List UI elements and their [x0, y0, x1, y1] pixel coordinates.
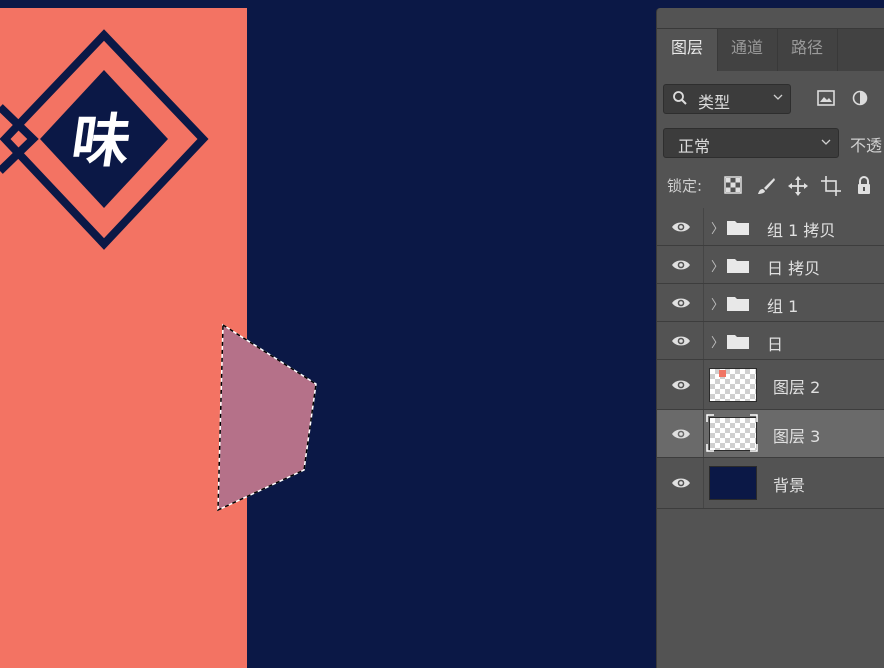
thumbnail-content — [719, 370, 726, 377]
layers-panel: 图层 通道 路径 类型 正常 不透 锁定: 〉 组 1 拷贝 〉 日 拷贝 〉 … — [656, 8, 884, 668]
row-divider — [703, 246, 704, 283]
panel-tabs: 图层 通道 路径 — [657, 28, 884, 71]
folder-icon — [727, 259, 749, 273]
eye-icon[interactable] — [671, 427, 691, 441]
layer-name: 组 1 — [767, 297, 799, 316]
layer-row-ri[interactable]: 〉 日 — [657, 322, 884, 360]
image-filter-icon[interactable] — [817, 90, 835, 106]
layer-thumbnail — [709, 466, 757, 500]
move-icon[interactable] — [788, 176, 808, 196]
blend-mode-select[interactable]: 正常 — [663, 128, 839, 158]
layer-row-layer-3[interactable]: 图层 3 — [657, 410, 884, 458]
layer-thumbnail — [709, 368, 757, 402]
expand-arrow-icon[interactable]: 〉 — [711, 332, 724, 351]
layer-row-group-1-copy[interactable]: 〉 组 1 拷贝 — [657, 208, 884, 246]
layer-row-group-1[interactable]: 〉 组 1 — [657, 284, 884, 322]
layer-row-layer-2[interactable]: 图层 2 — [657, 360, 884, 410]
eye-icon[interactable] — [671, 476, 691, 490]
row-divider — [703, 458, 704, 508]
eye-icon[interactable] — [671, 258, 691, 272]
folder-icon — [727, 297, 749, 311]
lock-label: 锁定: — [667, 177, 703, 195]
layer-name: 图层 3 — [773, 427, 821, 446]
row-divider — [703, 360, 704, 409]
folder-icon — [727, 335, 749, 349]
blend-mode-value: 正常 — [678, 137, 711, 156]
layer-name: 日 — [767, 335, 784, 354]
chevron-down-icon — [773, 94, 783, 100]
chevron-down-icon — [821, 139, 831, 145]
tab-channels[interactable]: 通道 — [717, 29, 778, 71]
layer-name: 组 1 拷贝 — [767, 221, 836, 240]
filter-type-label: 类型 — [698, 93, 731, 112]
eye-icon[interactable] — [671, 296, 691, 310]
layer-row-background[interactable]: 背景 — [657, 458, 884, 509]
eye-icon[interactable] — [671, 334, 691, 348]
folder-icon — [727, 221, 749, 235]
opacity-label: 不透 — [850, 136, 883, 155]
tab-paths[interactable]: 路径 — [777, 29, 838, 71]
layer-filter-select[interactable]: 类型 — [663, 84, 791, 114]
adjustment-filter-icon[interactable] — [852, 90, 868, 106]
thumbnail-selection-frame — [706, 414, 758, 452]
layer-name: 背景 — [773, 476, 806, 495]
lock-icon[interactable] — [856, 176, 872, 196]
tab-layers[interactable]: 图层 — [657, 29, 718, 71]
row-divider — [703, 322, 704, 359]
lock-transparent-pixels-icon[interactable] — [724, 176, 742, 194]
row-divider — [703, 208, 704, 245]
canvas-character: 味 — [67, 107, 135, 175]
row-divider — [703, 410, 704, 457]
artboard-icon[interactable] — [821, 176, 841, 196]
layer-name: 日 拷贝 — [767, 259, 821, 278]
eye-icon[interactable] — [671, 220, 691, 234]
canvas-artwork: 味 — [0, 8, 317, 668]
layer-name: 图层 2 — [773, 378, 821, 397]
row-divider — [703, 284, 704, 321]
document-canvas[interactable]: 味 — [0, 0, 656, 668]
expand-arrow-icon[interactable]: 〉 — [711, 256, 724, 275]
expand-arrow-icon[interactable]: 〉 — [711, 294, 724, 313]
eye-icon[interactable] — [671, 378, 691, 392]
expand-arrow-icon[interactable]: 〉 — [711, 218, 724, 237]
search-icon — [673, 91, 687, 105]
layer-row-ri-copy[interactable]: 〉 日 拷贝 — [657, 246, 884, 284]
brush-icon[interactable] — [756, 176, 776, 196]
